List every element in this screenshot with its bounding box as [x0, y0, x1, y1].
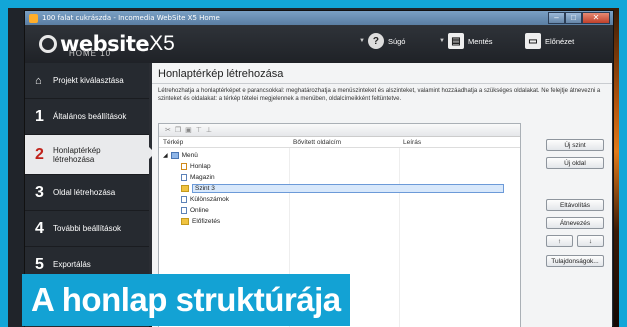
folder-icon	[181, 218, 189, 225]
step-number: 5	[35, 255, 44, 273]
expand-icon[interactable]: ⊤	[196, 126, 202, 134]
tree-header: Térkép Bővített oldalcím Leírás	[159, 137, 520, 148]
paste-icon[interactable]: ▣	[185, 126, 192, 134]
collapse-icon[interactable]: ⊥	[206, 126, 212, 134]
move-up-button[interactable]: ↑	[546, 235, 573, 247]
step-number: 3	[35, 183, 44, 201]
sidebar-item-label: Oldal létrehozása	[53, 188, 116, 197]
sidebar-item-pages[interactable]: 3 Oldal létrehozása	[25, 175, 149, 211]
step-number: 4	[35, 219, 44, 237]
logo-ring-icon	[39, 35, 57, 53]
page-title: Honlaptérkép létrehozása	[152, 63, 612, 84]
title-bar: 100 falat cukrászda - Incomedia WebSite …	[25, 11, 613, 25]
preview-label: Előnézet	[545, 36, 575, 46]
sidebar-item-advanced[interactable]: 4 További beállítások	[25, 211, 149, 247]
new-level-button[interactable]: Új szint	[546, 139, 604, 151]
tree-node[interactable]: Magazin	[159, 172, 520, 183]
tree-node-label: Előfizetés	[192, 218, 221, 225]
tree-node[interactable]: Előfizetés	[159, 216, 520, 227]
tree-node-label: Honlap	[190, 163, 211, 170]
caption-banner: A honlap struktúrája	[22, 274, 350, 326]
menu-icon	[170, 152, 179, 159]
home-icon: ⌂	[35, 74, 42, 87]
page-icon	[181, 174, 187, 181]
column-header: Bővített oldalcím	[293, 139, 342, 146]
sidebar-item-label: Általános beállítások	[53, 112, 127, 121]
sidebar-item-sitemap[interactable]: 2 Honlaptérkép létrehozása	[25, 135, 155, 175]
tree-rows: ◢ Menü Honlap Magazin Szint 3 Különszámo…	[159, 148, 520, 227]
app-icon	[29, 13, 38, 23]
logo: website X5 HOME 10	[39, 32, 175, 58]
tree-node[interactable]: Online	[159, 205, 520, 216]
sidebar-item-label: Honlaptérkép létrehozása	[53, 145, 101, 164]
remove-button[interactable]: Eltávolítás	[546, 199, 604, 211]
chevron-down-icon: ▼	[359, 38, 365, 44]
column-header: Térkép	[163, 139, 184, 146]
save-button[interactable]: ▼ ▤ Mentés	[439, 33, 493, 49]
move-down-button[interactable]: ↓	[577, 235, 604, 247]
minimize-icon[interactable]: –	[548, 12, 565, 24]
home-page-icon	[181, 163, 187, 170]
sidebar-item-label: Projekt kiválasztása	[53, 76, 124, 85]
maximize-icon[interactable]: □	[565, 12, 582, 24]
tree-node[interactable]: Honlap	[159, 161, 520, 172]
tree-node-label[interactable]: Szint 3	[192, 184, 504, 193]
properties-button[interactable]: Tulajdonságok...	[546, 255, 604, 267]
help-label: Súgó	[387, 36, 406, 46]
tree-node-selected[interactable]: Szint 3	[159, 183, 520, 194]
screenshot-area: 100 falat cukrászda - Incomedia WebSite …	[8, 8, 619, 327]
page-icon	[181, 196, 187, 203]
window-controls: – □ ✕	[548, 12, 610, 24]
sidebar-item-label: További beállítások	[53, 224, 122, 233]
tree-node-label: Magazin	[190, 174, 215, 181]
sidebar-item-general[interactable]: 1 Általános beállítások	[25, 99, 149, 135]
tree-node-menu[interactable]: ◢ Menü	[159, 150, 520, 161]
tree-node-label: Online	[190, 207, 209, 214]
tree-node[interactable]: Különszámok	[159, 194, 520, 205]
logo-suffix: X5	[149, 32, 175, 55]
close-icon[interactable]: ✕	[582, 12, 610, 24]
save-icon: ▤	[447, 33, 464, 49]
window-title: 100 falat cukrászda - Incomedia WebSite …	[42, 14, 220, 22]
sidebar-item-project[interactable]: ⌂ Projekt kiválasztása	[25, 63, 149, 99]
page-icon	[181, 207, 187, 214]
step-number: 1	[35, 107, 44, 125]
step-number: 2	[35, 145, 44, 163]
logo-edition: HOME 10	[69, 49, 112, 58]
help-button[interactable]: ▼ ? Súgó	[359, 33, 405, 49]
preview-icon: ▭	[525, 33, 541, 49]
column-header: Leírás	[403, 139, 422, 146]
chevron-down-icon: ▼	[439, 38, 445, 44]
preview-button[interactable]: ▭ Előnézet	[525, 33, 574, 49]
page-description: Létrehozhatja a honlaptérképet e parancs…	[158, 88, 601, 102]
tree-node-label: Menü	[181, 152, 198, 159]
copy-icon[interactable]: ❐	[175, 126, 181, 134]
cut-icon[interactable]: ✂	[165, 126, 171, 134]
tree-toolbar: ✂ ❐ ▣ ⊤ ⊥	[159, 124, 520, 137]
folder-icon	[181, 185, 189, 192]
sidebar-item-label: Exportálás	[53, 260, 91, 269]
help-icon: ?	[367, 33, 384, 49]
new-page-button[interactable]: Új oldal	[546, 157, 604, 169]
save-label: Mentés	[467, 36, 493, 46]
app-header: website X5 HOME 10 ▼ ? Súgó ▼ ▤ Mentés ▭…	[25, 25, 613, 63]
tree-node-label: Különszámok	[190, 196, 230, 203]
collapse-arrow-icon[interactable]: ◢	[163, 152, 168, 159]
rename-button[interactable]: Átnevezés	[546, 217, 604, 229]
